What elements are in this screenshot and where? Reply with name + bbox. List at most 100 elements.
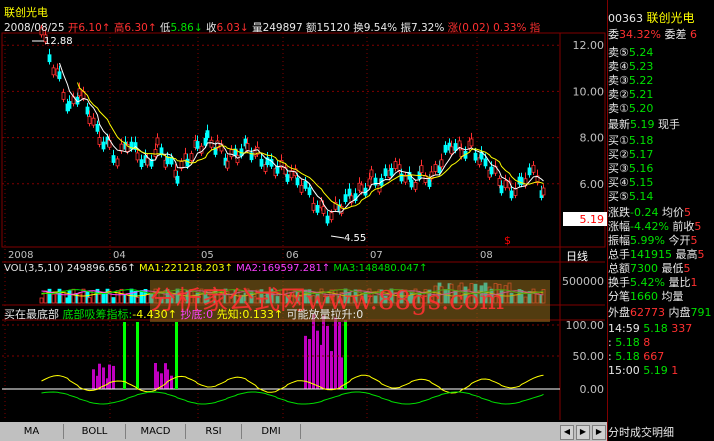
tab-ma[interactable]: MA: [0, 424, 64, 439]
candle-body: [325, 215, 330, 224]
low-annotation-line: [330, 235, 345, 239]
volume-bar: [39, 297, 44, 304]
ohlc-bar: 2008/08/25 开6.10↑ 高6.30↑ 低5.86↓ 收6.03↓ 量…: [4, 22, 541, 34]
volume-bar: [145, 294, 150, 304]
candle-body: [175, 175, 180, 184]
volume-bar: [101, 293, 106, 304]
low-value: 5.86: [170, 22, 194, 34]
scroll-left-button[interactable]: ◀: [560, 425, 574, 440]
indicator-bar: [316, 330, 319, 389]
tick-detail-label: 分时成交明细: [608, 426, 674, 439]
indicator-bar: [108, 364, 111, 389]
candle-body: [541, 187, 546, 196]
month-label: 04: [113, 250, 126, 261]
candle-body: [473, 152, 478, 161]
candle-body: [311, 202, 316, 211]
price-axis-label: 12.00: [573, 39, 605, 52]
candle-body: [195, 141, 200, 149]
candle-body: [285, 174, 290, 182]
stock-title: 联创光电: [4, 6, 48, 19]
candle-body: [85, 106, 90, 115]
header-edge: 指: [529, 22, 541, 34]
amplitude-label: 振: [400, 22, 411, 34]
quote-panel-header: 00363 联创光电: [608, 11, 695, 25]
tab-dmi[interactable]: DMI: [242, 424, 301, 439]
tab-rsi[interactable]: RSI: [186, 424, 242, 439]
candle-body: [449, 146, 454, 155]
amplitude-value: 7.32%: [410, 22, 445, 34]
candle-body: [95, 124, 100, 132]
indicator-bar: [92, 369, 95, 389]
volume-value: 249897: [262, 22, 303, 34]
close-label: 收: [206, 22, 217, 34]
indicator-yellow-line: [41, 374, 544, 394]
amount-value: 15120: [316, 22, 350, 34]
volume-bar: [57, 288, 62, 304]
indicator-axis-label: 0.00: [580, 383, 605, 396]
order-ratio-row: 委34.32% 委差 6: [608, 28, 697, 41]
candle-body: [329, 212, 334, 221]
money-marker: $: [504, 234, 511, 247]
quote-panel: 00363 联创光电 委34.32% 委差 6 卖⑤5.24 卖④5.23 卖③5.…: [607, 0, 714, 441]
indicator-axis-label: 100.00: [566, 319, 605, 332]
candle-body: [115, 158, 120, 167]
month-label: 2008: [8, 250, 33, 261]
candle-body: [343, 194, 348, 202]
candle-body: [155, 137, 160, 146]
tab-boll[interactable]: BOLL: [64, 424, 126, 439]
candle-body: [453, 143, 458, 151]
candle-body: [433, 164, 438, 172]
candle-body: [483, 158, 488, 167]
volume-bar: [119, 288, 124, 304]
candle-body: [513, 188, 518, 196]
price-axis-label: 10.00: [573, 85, 605, 98]
tab-macd[interactable]: MACD: [126, 424, 186, 439]
volume-bar: [111, 297, 116, 304]
candle-body: [87, 116, 92, 124]
volume-bar: [67, 290, 72, 304]
buy-row: 买⑤5.14: [608, 190, 654, 203]
scroll-right-button[interactable]: ▶: [576, 425, 590, 440]
low-label: 低: [159, 22, 171, 34]
last-price-row: 最新5.19 现手: [608, 118, 680, 131]
indicator-bar: [156, 371, 159, 389]
scroll-end-button[interactable]: ▶: [592, 425, 606, 440]
candle-body: [413, 181, 418, 190]
candle-body: [489, 166, 494, 175]
indicator-bar: [98, 363, 101, 389]
open-value: 6.10: [78, 22, 102, 34]
indicator-legend: 买在最底部 底部吸筹指标:-4.430↑ 抄底:0 先知:0.133↑ 可能放量…: [4, 308, 364, 321]
candle-body: [409, 179, 414, 188]
volume-axis-label: 500000: [562, 275, 604, 288]
kline-chart-area[interactable]: 12.00 10.00 8.00 6.00 5.19 2008 04 05 06 07 08 12.8…: [0, 0, 607, 422]
candle-body: [119, 143, 124, 152]
candle-body: [185, 158, 190, 167]
indicator-bar: [330, 351, 333, 389]
candle-body: [393, 161, 398, 169]
stat-row: 分笔1660 均量: [608, 290, 684, 303]
indicator-green-line: [41, 391, 544, 405]
candle-body: [347, 188, 352, 197]
volume-bar: [135, 296, 140, 304]
month-label: 06: [286, 250, 299, 261]
turnover-label: 换: [353, 22, 364, 34]
candle-body: [189, 153, 194, 161]
indicator-bar: [340, 357, 343, 389]
period-daily-tab[interactable]: 日线: [566, 248, 604, 263]
candle-body: [303, 181, 308, 189]
candle-body: [47, 54, 52, 63]
candle-body: [245, 143, 250, 151]
indicator-bar: [326, 326, 329, 389]
indicator-bar: [308, 339, 311, 389]
indicator-bar: [170, 375, 173, 389]
current-price-label: 5.19: [580, 213, 605, 226]
candle-body: [275, 165, 280, 174]
indicator-bar: [322, 315, 325, 389]
signal-bar: [136, 322, 139, 389]
change-value: (0.02): [458, 22, 490, 34]
tick-row: 15:00 5.19 1: [608, 364, 679, 377]
month-label: 07: [370, 250, 383, 261]
signal-bar: [175, 322, 178, 389]
candle-body: [443, 144, 448, 153]
candle-body: [367, 178, 372, 187]
